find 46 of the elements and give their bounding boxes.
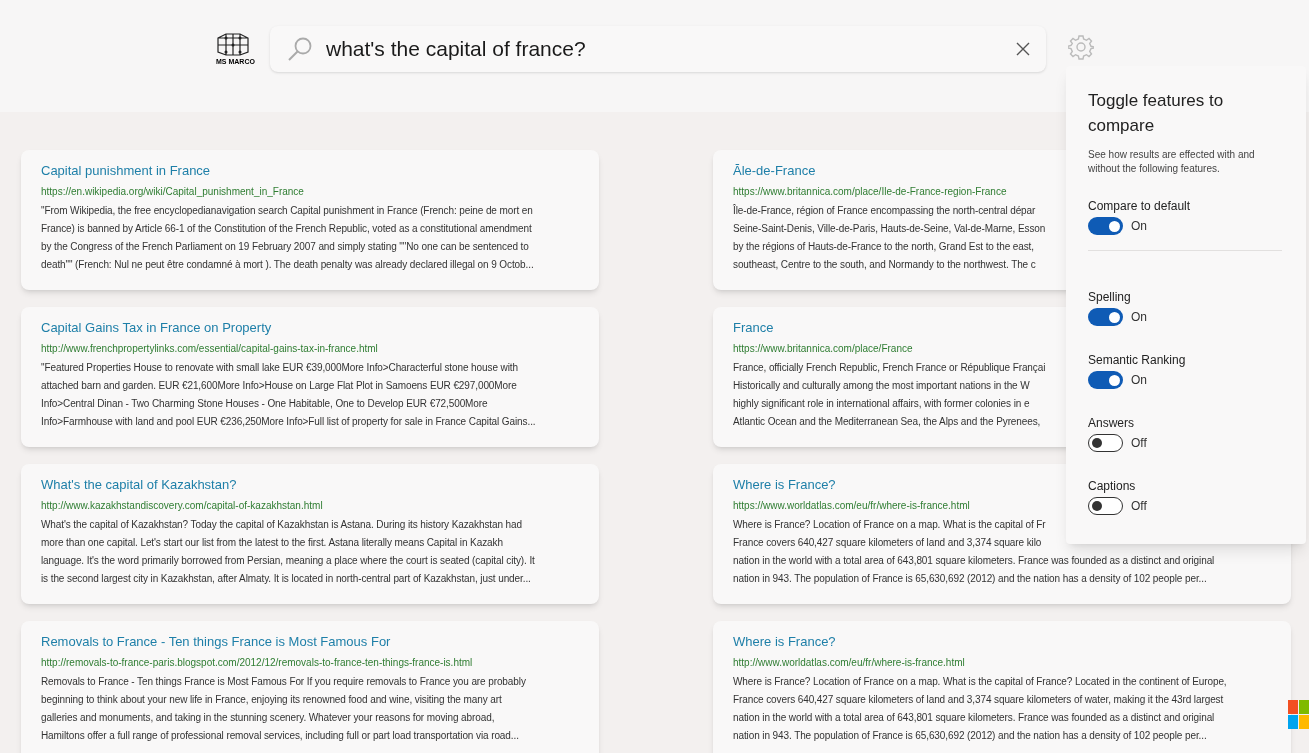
toggle-state-label: Off xyxy=(1131,498,1147,515)
result-url: https://en.wikipedia.org/wiki/Capital_punishment_in_France xyxy=(41,185,304,199)
result-snippet: France, officially French Republic, French France or République Françai Historically and culturally among the most important nations in the W highly significant role in international affairs, with former colonies in e Atlantic Ocean and the Mediterranean Sea, the Alps and the Pyrenees, xyxy=(733,361,1046,429)
toggle-state-label: Off xyxy=(1131,435,1147,452)
panel-title: Toggle features to compare xyxy=(1088,90,1225,137)
result-url: https://www.worldatlas.com/eu/fr/where-is-france.html xyxy=(733,499,970,513)
toggle-state-label: On xyxy=(1131,372,1147,389)
panel-description: See how results are effected with and without the following features. xyxy=(1088,148,1256,176)
result-title-link[interactable]: Where is France? xyxy=(733,476,836,494)
search-icon xyxy=(286,35,314,63)
result-url: http://www.kazakhstandiscovery.com/capital-of-kazakhstan.html xyxy=(41,499,323,513)
windows-logo-icon xyxy=(1288,700,1309,730)
close-icon[interactable] xyxy=(1016,42,1030,56)
result-title-link[interactable]: Where is France? xyxy=(733,633,836,651)
result-url: https://www.britannica.com/place/Ile-de-France-region-France xyxy=(733,185,1007,199)
toggle-switch[interactable] xyxy=(1088,371,1123,389)
result-url: http://removals-to-france-paris.blogspot.com/2012/12/removals-to-france-ten-things-france-is.html xyxy=(41,656,473,670)
result-snippet: Île-de-France, région of France encompassing the north-central dépar Seine-Saint-Denis, Ville-de-Paris, Hauts-de-Seine, Val-de-Marne, Esson by the régions of Hauts-de-France to the north, Grand Est to the east, southeast, Centre to the south, and Normandy to the northwest. The c xyxy=(733,203,1046,272)
result-title-link[interactable]: Capital Gains Tax in France on Property xyxy=(41,319,272,337)
toggle-state-label: On xyxy=(1131,218,1147,235)
toggle-label: Semantic Ranking xyxy=(1088,352,1186,368)
toggle-label: Captions xyxy=(1088,478,1136,494)
result-snippet: Where is France? Location of France on a map. What is the capital of Fr France covers 640,427 square kilometers of land and 3,374 square kilo nation in the world with a total area of 643,801 square kilometers. France was founded as a distinct and original nation in 943. The population of France is 65,630,692 (2012) and the nation has a density of 102 people per... xyxy=(733,518,1215,586)
toggle-label: Compare to default xyxy=(1088,198,1191,214)
result-snippet: Where is France? Location of France on a map. What is the capital of France? Located in the continent of Europe, France covers 640,427 square kilometers of land and 3,374 square kilometers of water, making it the 43rd largest nation in the world with a total area of 643,801 square kilometers. France was founded as a distinct and original nation in 943. The population of France is 65,630,692 (2012) and the nation has a density of 102 people per... xyxy=(733,675,1227,743)
result-title-link[interactable]: Capital punishment in France xyxy=(41,162,211,180)
toggle-state-label: On xyxy=(1131,309,1147,326)
result-url: https://www.britannica.com/place/France xyxy=(733,342,913,356)
toggle-switch[interactable] xyxy=(1088,217,1123,235)
toggle-switch[interactable] xyxy=(1088,308,1123,326)
result-url: http://www.frenchpropertylinks.com/essential/capital-gains-tax-in-france.html xyxy=(41,342,378,356)
toggle-label: Answers xyxy=(1088,415,1134,431)
result-url: http://www.worldatlas.com/eu/fr/where-is-france.html xyxy=(733,656,965,670)
logo-icon xyxy=(216,32,250,56)
toggle-switch[interactable] xyxy=(1088,434,1123,452)
result-snippet: What's the capital of Kazakhstan? Today the capital of Kazakhstan is Astana. During its history Kazakhstan had more than one capital. Let's start our list from the latest to the first. Astana literally means Capital in Kazakh language. It's the word primarily borrowed from Persian, meaning a place where the court is seated (capital city). It is the second largest city in Kazakhstan, after Almaty. It is located in north-central part of Kazakhstan, just under... xyxy=(41,518,535,586)
search-field[interactable]: what's the capital of france? xyxy=(270,26,1046,72)
result-title-link[interactable]: What's the capital of Kazakhstan? xyxy=(41,476,237,494)
toggle-label: Spelling xyxy=(1088,289,1131,305)
result-title-link[interactable]: Removals to France - Ten things France is Most Famous For xyxy=(41,633,391,651)
result-snippet: "From Wikipedia, the free encyclopedianavigation search Capital punishment in France (French: peine de mort en France) is banned by Article 66-1 of the Constitution of the French Republic, voted as a constitutional amendment by the Congress of the French Parliament on 19 February 2007 and simply stating ""No one can be sentenced to death"" (French: Nul ne peut être condamné à mort ). The death penalty was already declared illegal on 9 Octob... xyxy=(41,204,534,272)
result-title-link[interactable]: Āle-de-France xyxy=(733,162,816,180)
result-snippet: Removals to France - Ten things France is Most Famous For If you require removals to France you are probably beginning to think about your new life in France, enjoying its renowned food and wine, visiting the many art galleries and monuments, and taking in the stunning scenery. Whatever your reasons for moving abroad, Hamiltons offer a full range of professional removal services, including full or part load transportation via road... xyxy=(41,675,526,743)
result-snippet: "Featured Properties House to renovate with small lake EUR €39,000More Info>Characterful stone house with attached barn and garden. EUR €21,600More Info>House on Large Flat Plot in Samoens EUR €297,000More Info>Central Dinan - Two Charming Stone Houses - One Habitable, One to Develop EUR €72,500More Info>Farmhouse with land and pool EUR €236,250More Info>Full list of property for sale in France Capital Gains... xyxy=(41,361,536,429)
result-title-link[interactable]: France xyxy=(733,319,774,337)
toggle-switch[interactable] xyxy=(1088,497,1123,515)
